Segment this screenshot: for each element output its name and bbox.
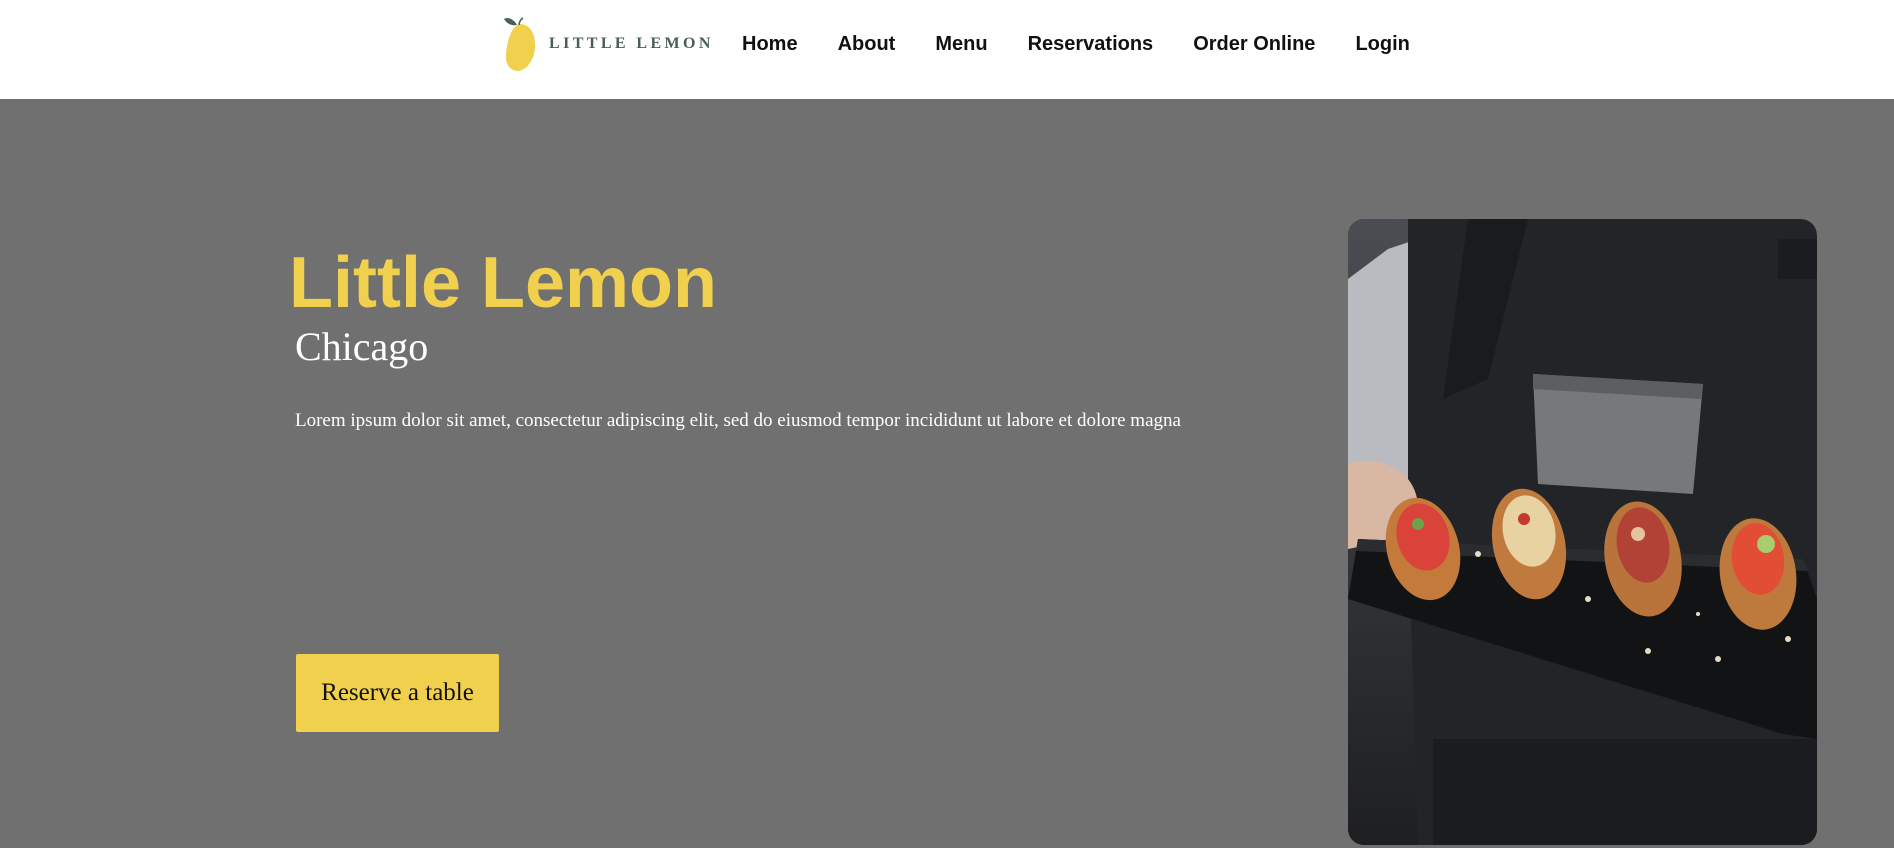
nav-login[interactable]: Login xyxy=(1355,33,1409,55)
nav-order-online[interactable]: Order Online xyxy=(1193,33,1315,55)
reserve-table-button[interactable]: Reserve a table xyxy=(296,654,499,732)
lemon-icon xyxy=(504,17,536,71)
hero-description: Lorem ipsum dolor sit amet, consectetur … xyxy=(295,410,1181,431)
site-header: LITTLE LEMON Home About Menu Reservation… xyxy=(0,0,1894,99)
nav-home[interactable]: Home xyxy=(742,33,798,55)
logo-link[interactable]: LITTLE LEMON xyxy=(503,16,714,72)
nav-about[interactable]: About xyxy=(838,33,896,55)
logo-text: LITTLE LEMON xyxy=(549,35,714,52)
food-photo xyxy=(1348,219,1817,845)
hero-title: Little Lemon xyxy=(289,243,717,323)
hero-section: Little Lemon Chicago Lorem ipsum dolor s… xyxy=(0,99,1894,848)
nav-reservations[interactable]: Reservations xyxy=(1028,33,1154,55)
hero-subtitle: Chicago xyxy=(295,324,429,369)
nav-menu[interactable]: Menu xyxy=(935,33,987,55)
main-nav: Home About Menu Reservations Order Onlin… xyxy=(742,0,1410,88)
hero-food-image xyxy=(1348,219,1817,845)
